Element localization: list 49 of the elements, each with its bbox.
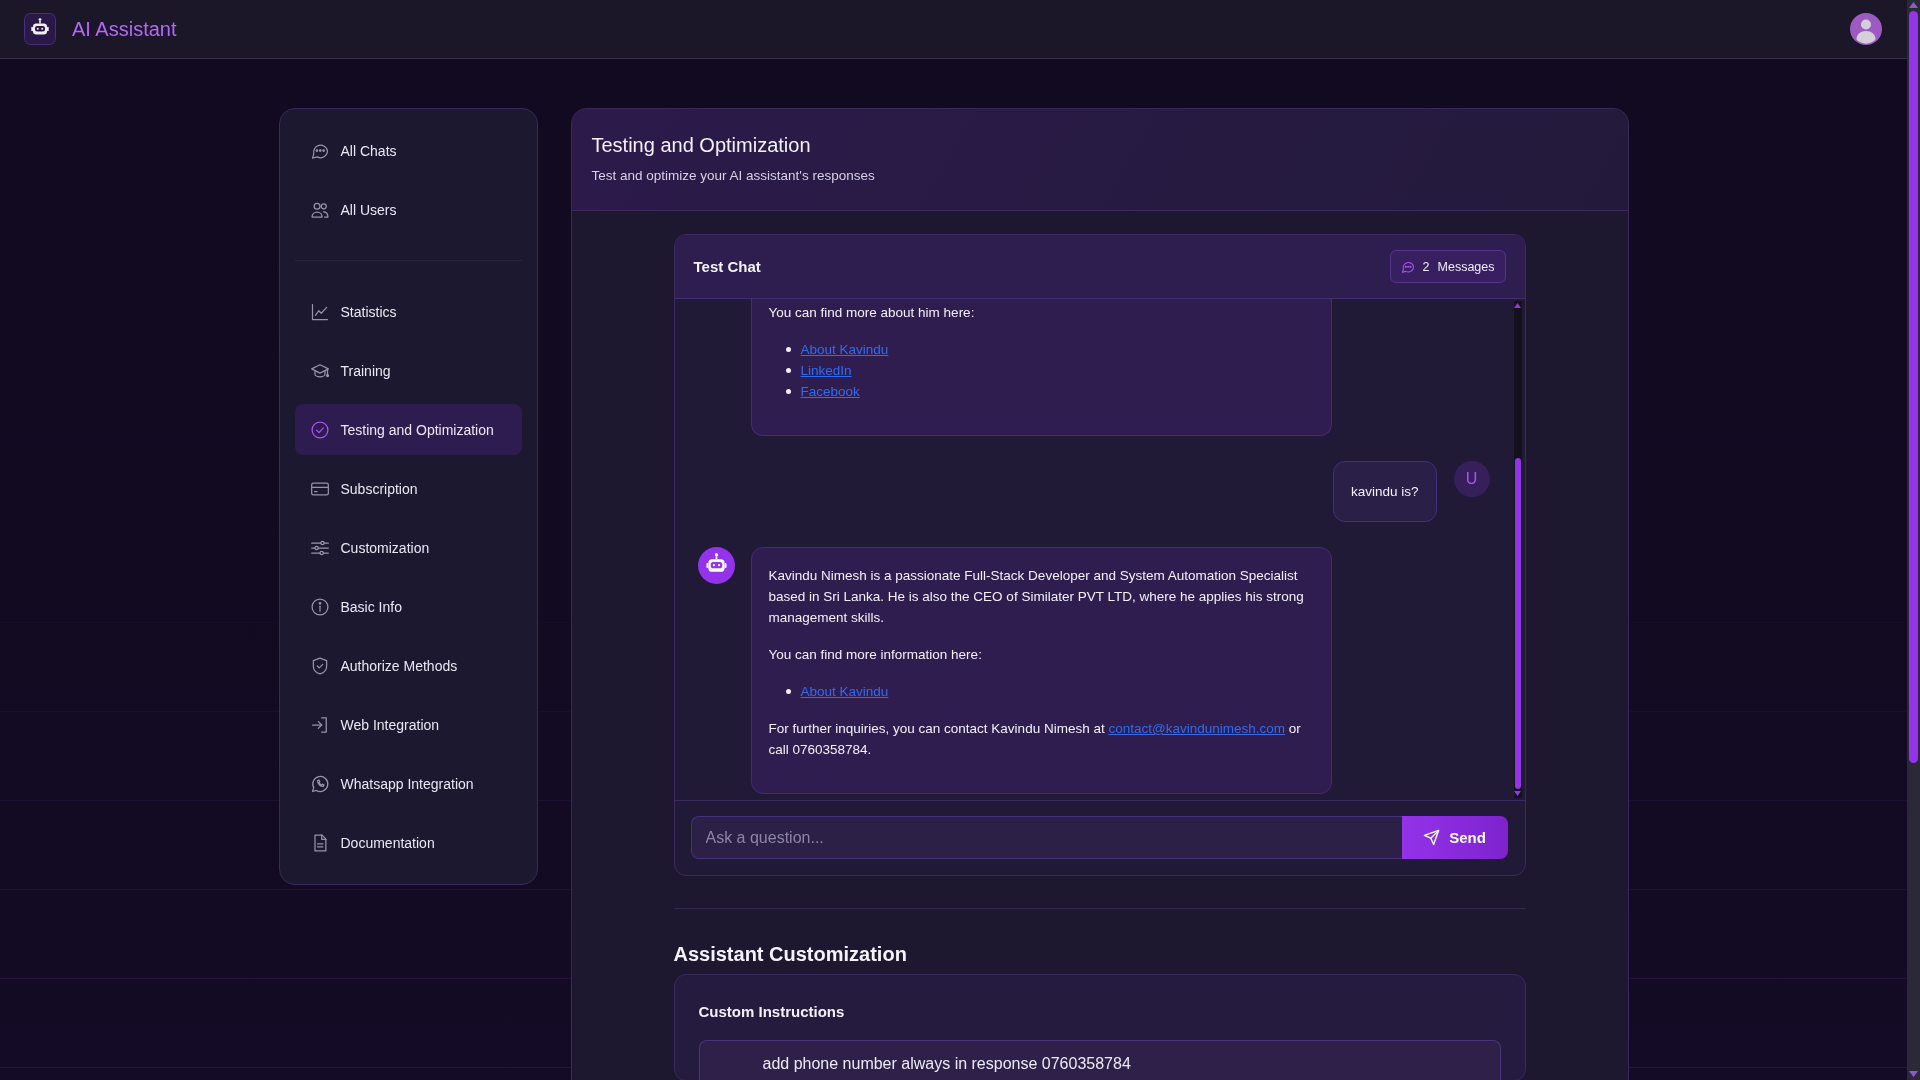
check-circle-icon bbox=[309, 419, 330, 440]
message-text: You can find more information here: bbox=[768, 646, 983, 664]
bullet-icon bbox=[785, 389, 791, 394]
sidebar-item[interactable]: Documentation bbox=[294, 817, 522, 868]
chat-title: Test Chat bbox=[693, 258, 761, 275]
robot-avatar-icon bbox=[697, 547, 735, 584]
robot-icon bbox=[24, 13, 56, 45]
sidebar-item[interactable]: Web Integration bbox=[294, 699, 522, 750]
scrollbar-thumb[interactable] bbox=[1909, 11, 1918, 763]
line-chart-icon bbox=[309, 301, 330, 322]
sidebar-item[interactable]: Testing and Optimization bbox=[294, 404, 522, 455]
scroll-down-icon[interactable] bbox=[1514, 791, 1521, 796]
scrollbar-thumb[interactable] bbox=[1514, 458, 1521, 789]
sidebar-item[interactable]: Whatsapp Integration bbox=[294, 758, 522, 809]
bullet-icon bbox=[785, 347, 791, 352]
sidebar-item[interactable]: Basic Info bbox=[294, 581, 522, 632]
sidebar-item[interactable]: Authorize Methods bbox=[294, 640, 522, 691]
chat-icon bbox=[1400, 259, 1415, 274]
message-text: kavindu is? bbox=[1350, 483, 1419, 501]
scroll-up-icon[interactable] bbox=[1514, 303, 1521, 308]
send-icon bbox=[1423, 829, 1441, 846]
user-avatar: U bbox=[1453, 461, 1490, 497]
sign-in-icon bbox=[309, 714, 330, 735]
page-title: Testing and Optimization bbox=[591, 133, 812, 157]
sidebar-item[interactable]: All Chats bbox=[294, 125, 522, 176]
instructions-label: Custom Instructions bbox=[698, 1002, 846, 1022]
info-icon bbox=[309, 596, 330, 617]
profile-avatar-icon[interactable] bbox=[1850, 13, 1882, 45]
bullet-icon bbox=[785, 368, 791, 373]
message-count-label: Messages bbox=[1437, 259, 1495, 274]
question-input[interactable]: Ask a question... bbox=[690, 816, 1402, 859]
sidebar-item[interactable]: All Users bbox=[294, 184, 522, 235]
scroll-up-icon[interactable] bbox=[1909, 2, 1918, 8]
message-text: Kavindu Nimesh is a passionate Full-Stack Developer and System Automation Specialist based in Sri Lanka. He is also the CEO of Similater PVT LTD, where he applies his strong management skills. bbox=[768, 567, 1305, 627]
send-button[interactable]: Send bbox=[1401, 816, 1508, 859]
sidebar-item[interactable]: Customization bbox=[294, 522, 522, 573]
sidebar-item[interactable]: Training bbox=[294, 345, 522, 396]
scroll-down-icon[interactable] bbox=[1909, 1071, 1918, 1077]
page-subtitle: Test and optimize your AI assistant's responses bbox=[591, 167, 876, 184]
message-text: For further inquiries, you can contact Kavindu Nimesh at contact@kavindunimesh.com or call 0760358784. bbox=[768, 720, 1302, 759]
bullet-icon bbox=[785, 689, 791, 694]
phone-bubble-icon bbox=[309, 773, 330, 794]
sidebar-item[interactable]: Statistics bbox=[294, 286, 522, 337]
instructions-field[interactable]: add phone number always in response 0760358784 bbox=[698, 1040, 1501, 1080]
message-count: 2 bbox=[1422, 259, 1430, 274]
sidebar-item[interactable]: Subscription bbox=[294, 463, 522, 514]
app-title: AI Assistant bbox=[72, 17, 177, 41]
section-title: Assistant Customization bbox=[673, 942, 908, 966]
message-text: You can find more about him here: bbox=[768, 304, 976, 322]
